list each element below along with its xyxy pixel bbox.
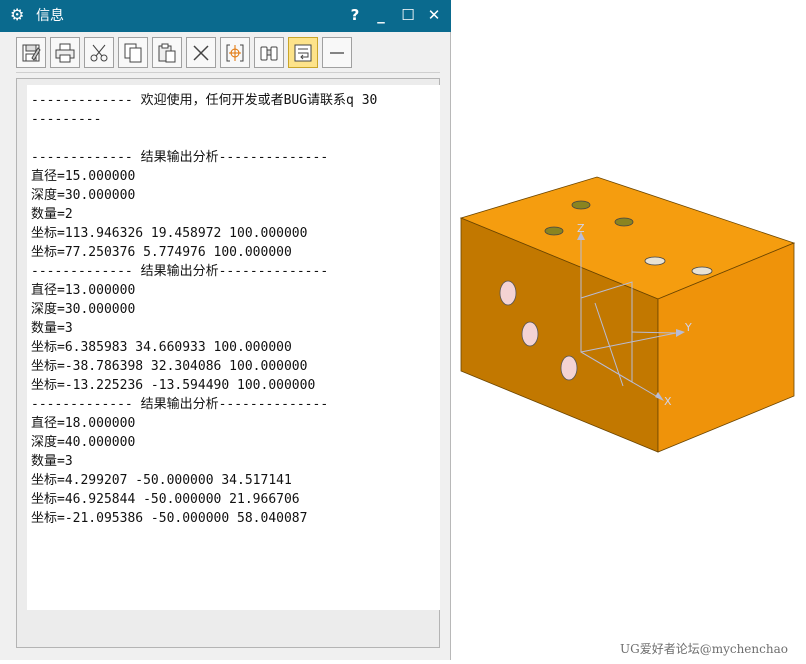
part-model: Z Y X [459,176,796,453]
z-axis-label: Z [577,222,585,235]
print-icon [55,43,75,62]
crosshair-icon [226,44,244,61]
toolbar [0,32,450,76]
crosshair-button[interactable] [220,37,250,68]
save-icon [22,44,41,61]
info-line: ------------- 结果输出分析-------------- [31,264,329,279]
info-line: 直径=13.000000 [31,283,136,298]
top-hole[interactable] [691,266,713,276]
maximize-button[interactable]: ☐ [397,4,419,26]
word-wrap-button[interactable] [288,37,318,68]
info-line: 直径=18.000000 [31,416,136,431]
info-line: 坐标=77.250376 5.774976 100.000000 [31,245,292,260]
info-line: 坐标=-38.786398 32.304086 100.000000 [31,359,308,374]
info-line: 深度=30.000000 [31,302,136,317]
info-line: 数量=3 [31,321,73,336]
title-bar[interactable]: ⚙ 信息 ? _ ☐ ✕ [0,0,451,32]
info-line: ------------- 结果输出分析-------------- [31,150,329,165]
info-text-area[interactable]: ------------- 欢迎使用，任何开发或者BUG请联系q 30 -----… [27,85,440,610]
collapse-button[interactable] [322,37,352,68]
info-line: 坐标=113.946326 19.458972 100.000000 [31,226,308,241]
delete-button[interactable] [186,37,216,68]
word-wrap-icon [294,44,312,61]
info-window: ⚙ 信息 ? _ ☐ ✕ ------------- 欢迎使用，任何开发或者BU… [0,0,451,660]
copy-button[interactable] [118,37,148,68]
info-line: 坐标=-21.095386 -50.000000 58.040087 [31,511,308,526]
copy-icon [124,43,142,62]
y-axis-label: Y [684,321,692,334]
side-hole[interactable] [560,355,578,381]
top-hole[interactable] [571,200,591,210]
info-panel: ------------- 欢迎使用，任何开发或者BUG请联系q 30 -----… [16,78,440,648]
cut-button[interactable] [84,37,114,68]
print-button[interactable] [50,37,80,68]
minimize-button[interactable]: _ [370,4,392,26]
info-line: 数量=3 [31,454,73,469]
info-line: ------------- 结果输出分析-------------- [31,397,329,412]
gear-icon[interactable]: ⚙ [10,5,24,25]
save-button[interactable] [16,37,46,68]
info-line: 坐标=4.299207 -50.000000 34.517141 [31,473,292,488]
info-line: 坐标=46.925844 -50.000000 21.966706 [31,492,300,507]
toolbar-divider [16,72,440,73]
info-line: 深度=40.000000 [31,435,136,450]
delete-icon [193,44,209,61]
info-line: 坐标=-13.225236 -13.594490 100.000000 [31,378,316,393]
binoculars-icon [260,46,278,60]
collapse-icon [330,51,344,54]
find-button[interactable] [254,37,284,68]
side-hole[interactable] [521,321,539,347]
info-line: --------- [31,112,102,127]
info-line: 坐标=6.385983 34.660933 100.000000 [31,340,292,355]
side-hole[interactable] [499,280,517,306]
graphics-viewport[interactable]: Z Y X [452,0,806,660]
info-line: 直径=15.000000 [31,169,136,184]
cut-icon [90,44,108,61]
info-line: 深度=30.000000 [31,188,136,203]
paste-button[interactable] [152,37,182,68]
top-hole[interactable] [614,217,634,227]
top-hole[interactable] [644,256,666,266]
info-line: 数量=2 [31,207,73,222]
x-axis-label: X [664,395,672,408]
close-button[interactable]: ✕ [423,4,445,26]
window-title: 信息 [36,8,64,24]
help-button[interactable]: ? [344,4,366,26]
top-hole[interactable] [544,226,564,236]
paste-icon [158,43,176,62]
info-line: ------------- 欢迎使用，任何开发或者BUG请联系q 30 [31,93,378,108]
watermark-text: UG爱好者论坛@mychenchao [620,642,788,656]
